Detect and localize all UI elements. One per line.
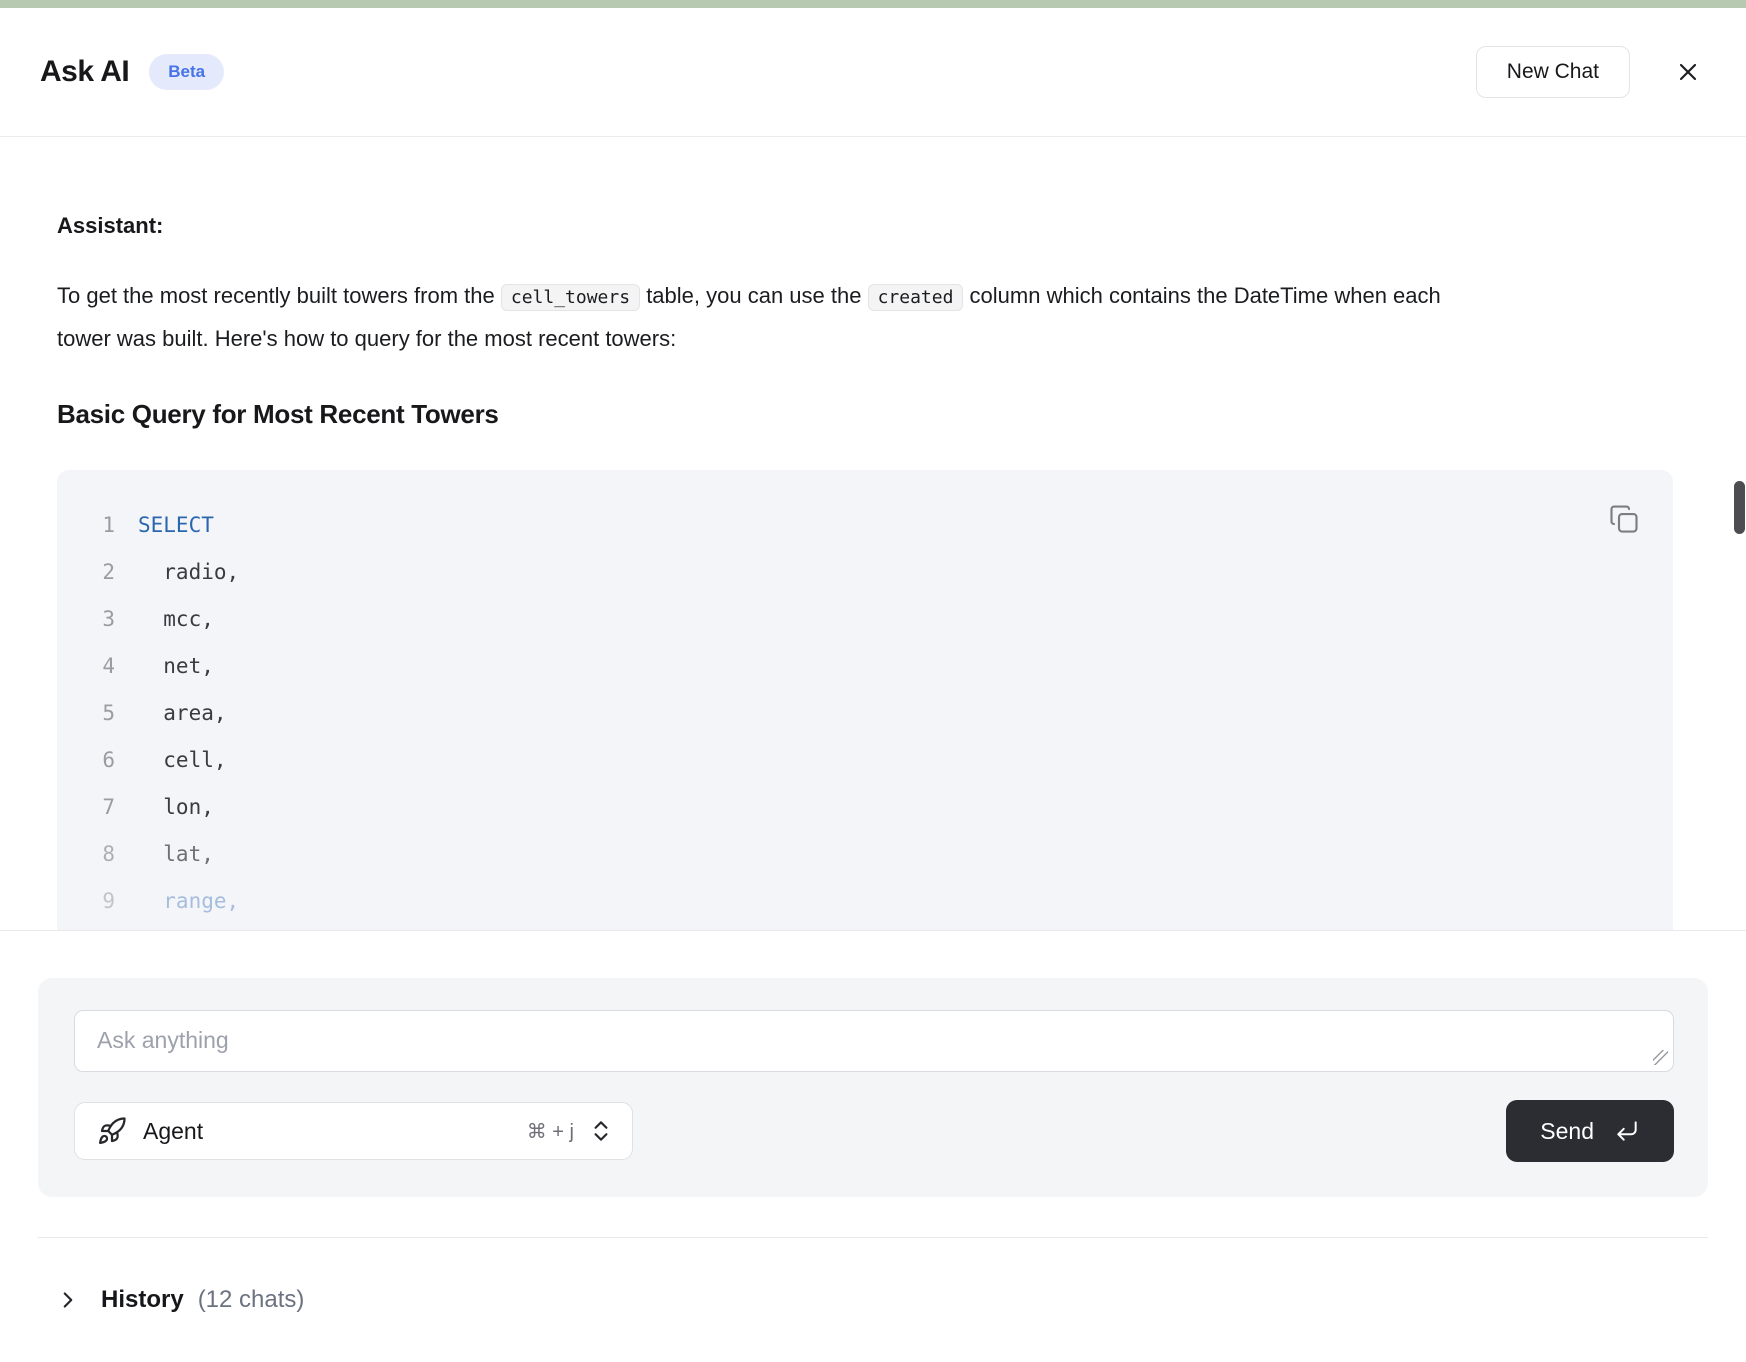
line-number: 4	[57, 643, 115, 690]
code-text: radio,	[138, 549, 239, 596]
code-line: 9 range,	[57, 878, 1673, 925]
line-number: 6	[57, 737, 115, 784]
code-line: 1 SELECT	[57, 502, 1673, 549]
code-text: area,	[138, 690, 227, 737]
code-line: 4 net,	[57, 643, 1673, 690]
ask-ai-panel: Ask AI Beta New Chat Assistant: To get t…	[0, 0, 1746, 1362]
code-text: cell,	[138, 737, 227, 784]
code-line: 7 lon,	[57, 784, 1673, 831]
composer-actions-row: Agent ⌘ + j Send	[74, 1100, 1674, 1162]
composer-section: Agent ⌘ + j Send	[0, 931, 1746, 1197]
composer-panel: Agent ⌘ + j Send	[38, 978, 1708, 1197]
code-line: 5 area,	[57, 690, 1673, 737]
mode-label: Agent	[143, 1118, 203, 1145]
code-text: net,	[138, 643, 214, 690]
sql-code-block: 1 SELECT 2 radio, 3 mcc, 4 net, 5 area, …	[57, 470, 1673, 931]
chevrons-up-down-icon	[588, 1118, 614, 1144]
line-number: 7	[57, 784, 115, 831]
close-icon	[1674, 58, 1702, 86]
panel-title: Ask AI	[40, 55, 129, 89]
code-line: 8 lat,	[57, 831, 1673, 878]
close-button[interactable]	[1670, 54, 1706, 90]
line-number: 2	[57, 549, 115, 596]
history-count: (12 chats)	[198, 1286, 305, 1314]
chevron-right-icon	[55, 1287, 81, 1313]
header-actions: New Chat	[1476, 46, 1706, 98]
mode-selector[interactable]: Agent ⌘ + j	[74, 1102, 633, 1160]
header-title-group: Ask AI Beta	[40, 54, 224, 90]
return-key-icon	[1614, 1118, 1640, 1144]
send-button[interactable]: Send	[1506, 1100, 1674, 1162]
header: Ask AI Beta New Chat	[0, 8, 1746, 137]
assistant-role-label: Assistant:	[57, 213, 1689, 239]
inline-code-cell-towers: cell_towers	[501, 284, 640, 311]
input-shell	[74, 1010, 1674, 1072]
code-line: 6 cell,	[57, 737, 1673, 784]
line-number: 5	[57, 690, 115, 737]
history-toggle[interactable]: History (12 chats)	[55, 1286, 1746, 1314]
new-chat-button[interactable]: New Chat	[1476, 46, 1630, 98]
code-text: lon,	[138, 784, 214, 831]
divider	[38, 1237, 1708, 1238]
scrollbar-thumb[interactable]	[1734, 481, 1745, 534]
inline-code-created: created	[868, 284, 964, 311]
code-line: 2 radio,	[57, 549, 1673, 596]
copy-icon	[1609, 504, 1639, 534]
copy-code-button[interactable]	[1605, 500, 1643, 538]
paragraph-text: table, you can use the	[640, 283, 868, 308]
top-accent-bar	[0, 0, 1746, 8]
line-number: 8	[57, 831, 115, 878]
code-line: 3 mcc,	[57, 596, 1673, 643]
assistant-paragraph: To get the most recently built towers fr…	[57, 275, 1482, 359]
paragraph-text: To get the most recently built towers fr…	[57, 283, 501, 308]
section-heading: Basic Query for Most Recent Towers	[57, 399, 1689, 430]
code-text: lat,	[138, 831, 214, 878]
line-number: 3	[57, 596, 115, 643]
ask-input[interactable]	[74, 1010, 1674, 1072]
shortcut-hint: ⌘ + j	[527, 1119, 574, 1144]
line-number: 9	[57, 878, 115, 925]
line-number: 1	[57, 502, 115, 549]
code-text: SELECT	[138, 502, 214, 549]
beta-badge: Beta	[149, 54, 224, 90]
chat-message-area: Assistant: To get the most recently buil…	[0, 137, 1746, 931]
code-text: range,	[138, 878, 239, 925]
history-label: History	[101, 1286, 184, 1314]
send-label: Send	[1540, 1118, 1594, 1145]
rocket-icon	[97, 1116, 127, 1146]
code-text: mcc,	[138, 596, 214, 643]
